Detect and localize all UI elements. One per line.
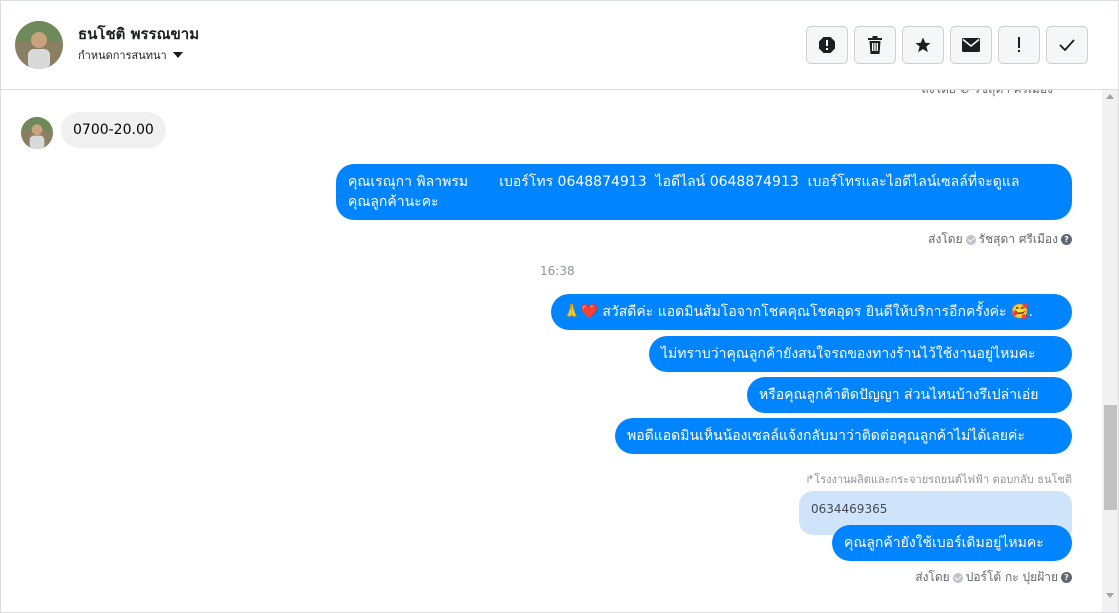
spam-icon xyxy=(819,37,835,53)
important-button[interactable] xyxy=(998,26,1040,64)
message-text: สวัสดีค่ะ แอดมินส้มโอจากโชคคุณโชคอุดร ยิ… xyxy=(602,304,1012,320)
timestamp: 16:38 xyxy=(540,264,575,278)
vertical-scrollbar[interactable] xyxy=(1102,90,1118,612)
caret-down-icon xyxy=(172,52,183,58)
envelope-icon xyxy=(962,38,980,52)
message-list: ส่งโดย ⊘ รัชสุดา ศรีเมือง 0700-20.00 คุณ… xyxy=(1,90,1102,612)
help-icon[interactable]: ? xyxy=(1061,234,1072,245)
reply-context-note: ↱โรงงานผลิตและกระจายรถยนต์ไฟฟ้า ตอบกลับ … xyxy=(805,473,1072,486)
sent-by-meta: ส่งโดย ปอร์โต้ กะ ปุยฝ้าย ? xyxy=(915,568,1072,587)
check-icon xyxy=(1059,39,1075,51)
sent-by-agent[interactable]: รัชสุดา ศรีเมือง xyxy=(979,230,1058,249)
scroll-up-arrow-icon[interactable] xyxy=(1106,94,1114,99)
contact-name[interactable]: ธนโชติ พรรณขาม xyxy=(78,22,199,46)
sent-by-agent[interactable]: ปอร์โต้ กะ ปุยฝ้าย xyxy=(966,568,1058,587)
important-icon xyxy=(1018,37,1020,52)
contact-avatar[interactable] xyxy=(15,21,63,69)
conversation-window: ธนโชติ พรรณขาม กำหนดการสนทนา 0700-20.00 … xyxy=(0,0,1119,613)
message-line: คุณลูกค้านะคะ xyxy=(348,194,439,210)
sent-by-prefix: ส่งโดย xyxy=(915,570,950,584)
message-tail-text: . xyxy=(1028,304,1033,320)
outgoing-message[interactable]: หรือคุณลูกค้าติดปัญญา ส่วนไหนบ้างรึเปล่า… xyxy=(747,377,1072,413)
header-toolbar xyxy=(806,26,1088,64)
outgoing-message[interactable]: พอดีแอดมินเห็นน้องเซลล์แจ้งกลับมาว่าติดต… xyxy=(615,418,1072,454)
smiling-face-hearts-emoji-icon: 🥰 xyxy=(1011,304,1029,320)
star-button[interactable] xyxy=(902,26,944,64)
assign-conversation-label: กำหนดการสนทนา xyxy=(78,49,167,62)
mark-spam-button[interactable] xyxy=(806,26,848,64)
contact-avatar-small xyxy=(21,117,53,149)
help-icon[interactable]: ? xyxy=(1061,572,1072,583)
scroll-down-arrow-icon[interactable] xyxy=(1106,593,1114,598)
seen-check-icon xyxy=(965,234,976,245)
outgoing-message[interactable]: ไม่ทราบว่าคุณลูกค้ายังสนใจรถของทางร้านไว… xyxy=(649,336,1072,372)
assign-conversation-dropdown[interactable]: กำหนดการสนทนา xyxy=(78,46,183,64)
star-icon xyxy=(915,37,931,53)
heart-emoji-icon: ❤️ xyxy=(580,304,598,320)
trash-icon xyxy=(868,36,882,54)
seen-check-icon xyxy=(952,572,963,583)
outgoing-message[interactable]: คุณเรณุกา พิลาพรม เบอร์โทร 0648874913 ไอ… xyxy=(336,164,1072,220)
mark-unread-button[interactable] xyxy=(950,26,992,64)
delete-button[interactable] xyxy=(854,26,896,64)
scrollbar-thumb[interactable] xyxy=(1104,405,1117,510)
mark-done-button[interactable] xyxy=(1046,26,1088,64)
outgoing-message[interactable]: 🙏❤️ สวัสดีค่ะ แอดมินส้มโอจากโชคคุณโชคอุด… xyxy=(551,294,1072,330)
clipped-sent-by-meta: ส่งโดย ⊘ รัชสุดา ศรีเมือง xyxy=(921,90,1053,99)
message-line: คุณเรณุกา พิลาพรม เบอร์โทร 0648874913 ไอ… xyxy=(348,174,1020,190)
sent-by-meta: ส่งโดย รัชสุดา ศรีเมือง ? xyxy=(928,230,1072,249)
pray-emoji-icon: 🙏 xyxy=(563,304,581,320)
incoming-message[interactable]: 0700-20.00 xyxy=(61,112,166,148)
conversation-header: ธนโชติ พรรณขาม กำหนดการสนทนา xyxy=(1,1,1118,90)
outgoing-message[interactable]: คุณลูกค้ายังใช้เบอร์เดิมอยู่ไหมคะ xyxy=(832,525,1072,561)
sent-by-prefix: ส่งโดย xyxy=(928,232,963,246)
